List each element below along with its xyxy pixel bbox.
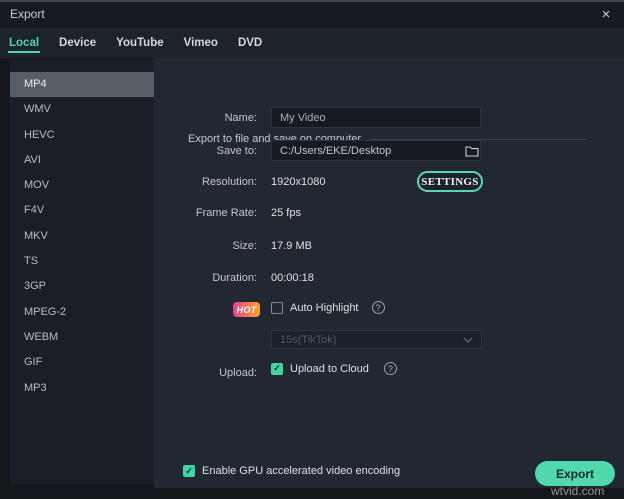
format-item-gif[interactable]: GIF xyxy=(10,350,154,375)
size-label: Size: xyxy=(232,240,257,252)
upload-label: Upload: xyxy=(219,367,257,379)
save-to-input[interactable]: C:/Users/EKE/Desktop xyxy=(271,140,481,161)
format-item-ts[interactable]: TS xyxy=(10,249,154,274)
name-value: My Video xyxy=(280,111,326,124)
format-item-wmv[interactable]: WMV xyxy=(10,97,154,122)
format-item-mp4[interactable]: MP4 xyxy=(10,72,154,98)
tab-local[interactable]: Local xyxy=(8,28,41,58)
tab-dvd[interactable]: DVD xyxy=(237,28,263,58)
name-label: Name: xyxy=(224,112,257,124)
browse-folder-button[interactable] xyxy=(463,142,481,159)
tab-device[interactable]: Device xyxy=(58,28,97,58)
gpu-encoding-row: ✓ Enable GPU accelerated video encoding xyxy=(183,465,400,477)
gpu-encoding-checkbox[interactable]: ✓ xyxy=(183,465,195,477)
upload-to-cloud-label: Upload to Cloud xyxy=(290,362,369,375)
preset-value: 15s(TikTok) xyxy=(280,333,337,346)
frame-rate-label: Frame Rate: xyxy=(195,207,257,219)
format-item-mpeg2[interactable]: MPEG-2 xyxy=(10,300,154,325)
resolution-value: 1920x1080 xyxy=(271,176,326,188)
chevron-down-icon xyxy=(463,337,473,343)
duration-label: Duration: xyxy=(212,272,257,284)
name-input[interactable]: My Video xyxy=(271,107,481,128)
save-to-label: Save to: xyxy=(216,145,257,157)
auto-highlight-checkbox[interactable] xyxy=(271,301,283,314)
resolution-label: Resolution: xyxy=(201,176,257,188)
format-list: MP4 WMV HEVC AVI MOV F4V MKV TS 3GP MPEG… xyxy=(10,60,154,401)
gpu-encoding-label: Enable GPU accelerated video encoding xyxy=(202,465,401,477)
format-item-avi[interactable]: AVI xyxy=(10,148,154,173)
export-button[interactable]: Export xyxy=(535,461,615,486)
format-sidebar: MP4 WMV HEVC AVI MOV F4V MKV TS 3GP MPEG… xyxy=(10,60,154,484)
format-item-mov[interactable]: MOV xyxy=(10,173,154,198)
duration-value: 00:00:18 xyxy=(271,272,314,284)
format-item-webm[interactable]: WEBM xyxy=(10,325,154,350)
tab-youtube[interactable]: YouTube xyxy=(115,28,164,58)
settings-button[interactable]: SETTINGS xyxy=(417,171,483,192)
format-item-mp3[interactable]: MP3 xyxy=(10,376,154,401)
upload-help-icon[interactable]: ? xyxy=(383,362,397,375)
save-to-value: C:/Users/EKE/Desktop xyxy=(280,144,392,157)
format-item-mkv[interactable]: MKV xyxy=(10,224,154,249)
title-bar: Export × xyxy=(0,2,624,28)
frame-rate-value: 25 fps xyxy=(271,207,301,219)
format-item-3gp[interactable]: 3GP xyxy=(10,274,154,299)
watermark: wtvid.com xyxy=(551,484,605,498)
export-dialog: Export × Local Device YouTube Vimeo DVD … xyxy=(0,0,624,499)
upload-to-cloud-checkbox[interactable]: ✓ xyxy=(271,362,283,375)
format-item-f4v[interactable]: F4V xyxy=(10,198,154,223)
auto-highlight-help-icon[interactable]: ? xyxy=(371,301,385,314)
hot-badge: HOT xyxy=(233,302,260,317)
export-settings-panel: Export to file and save on computer Name… xyxy=(154,57,624,488)
dialog-title: Export xyxy=(10,7,45,21)
folder-icon xyxy=(465,145,479,157)
tab-vimeo[interactable]: Vimeo xyxy=(183,28,219,58)
format-item-hevc[interactable]: HEVC xyxy=(10,123,154,148)
tab-bar: Local Device YouTube Vimeo DVD xyxy=(0,28,624,58)
preset-dropdown[interactable]: 15s(TikTok) xyxy=(271,330,482,349)
close-icon[interactable]: × xyxy=(596,5,616,25)
upload-row: ✓ Upload to Cloud ? xyxy=(271,362,397,375)
auto-highlight-label: Auto Highlight xyxy=(290,301,359,314)
size-value: 17.9 MB xyxy=(271,240,312,252)
auto-highlight-row: Auto Highlight ? xyxy=(271,301,385,314)
